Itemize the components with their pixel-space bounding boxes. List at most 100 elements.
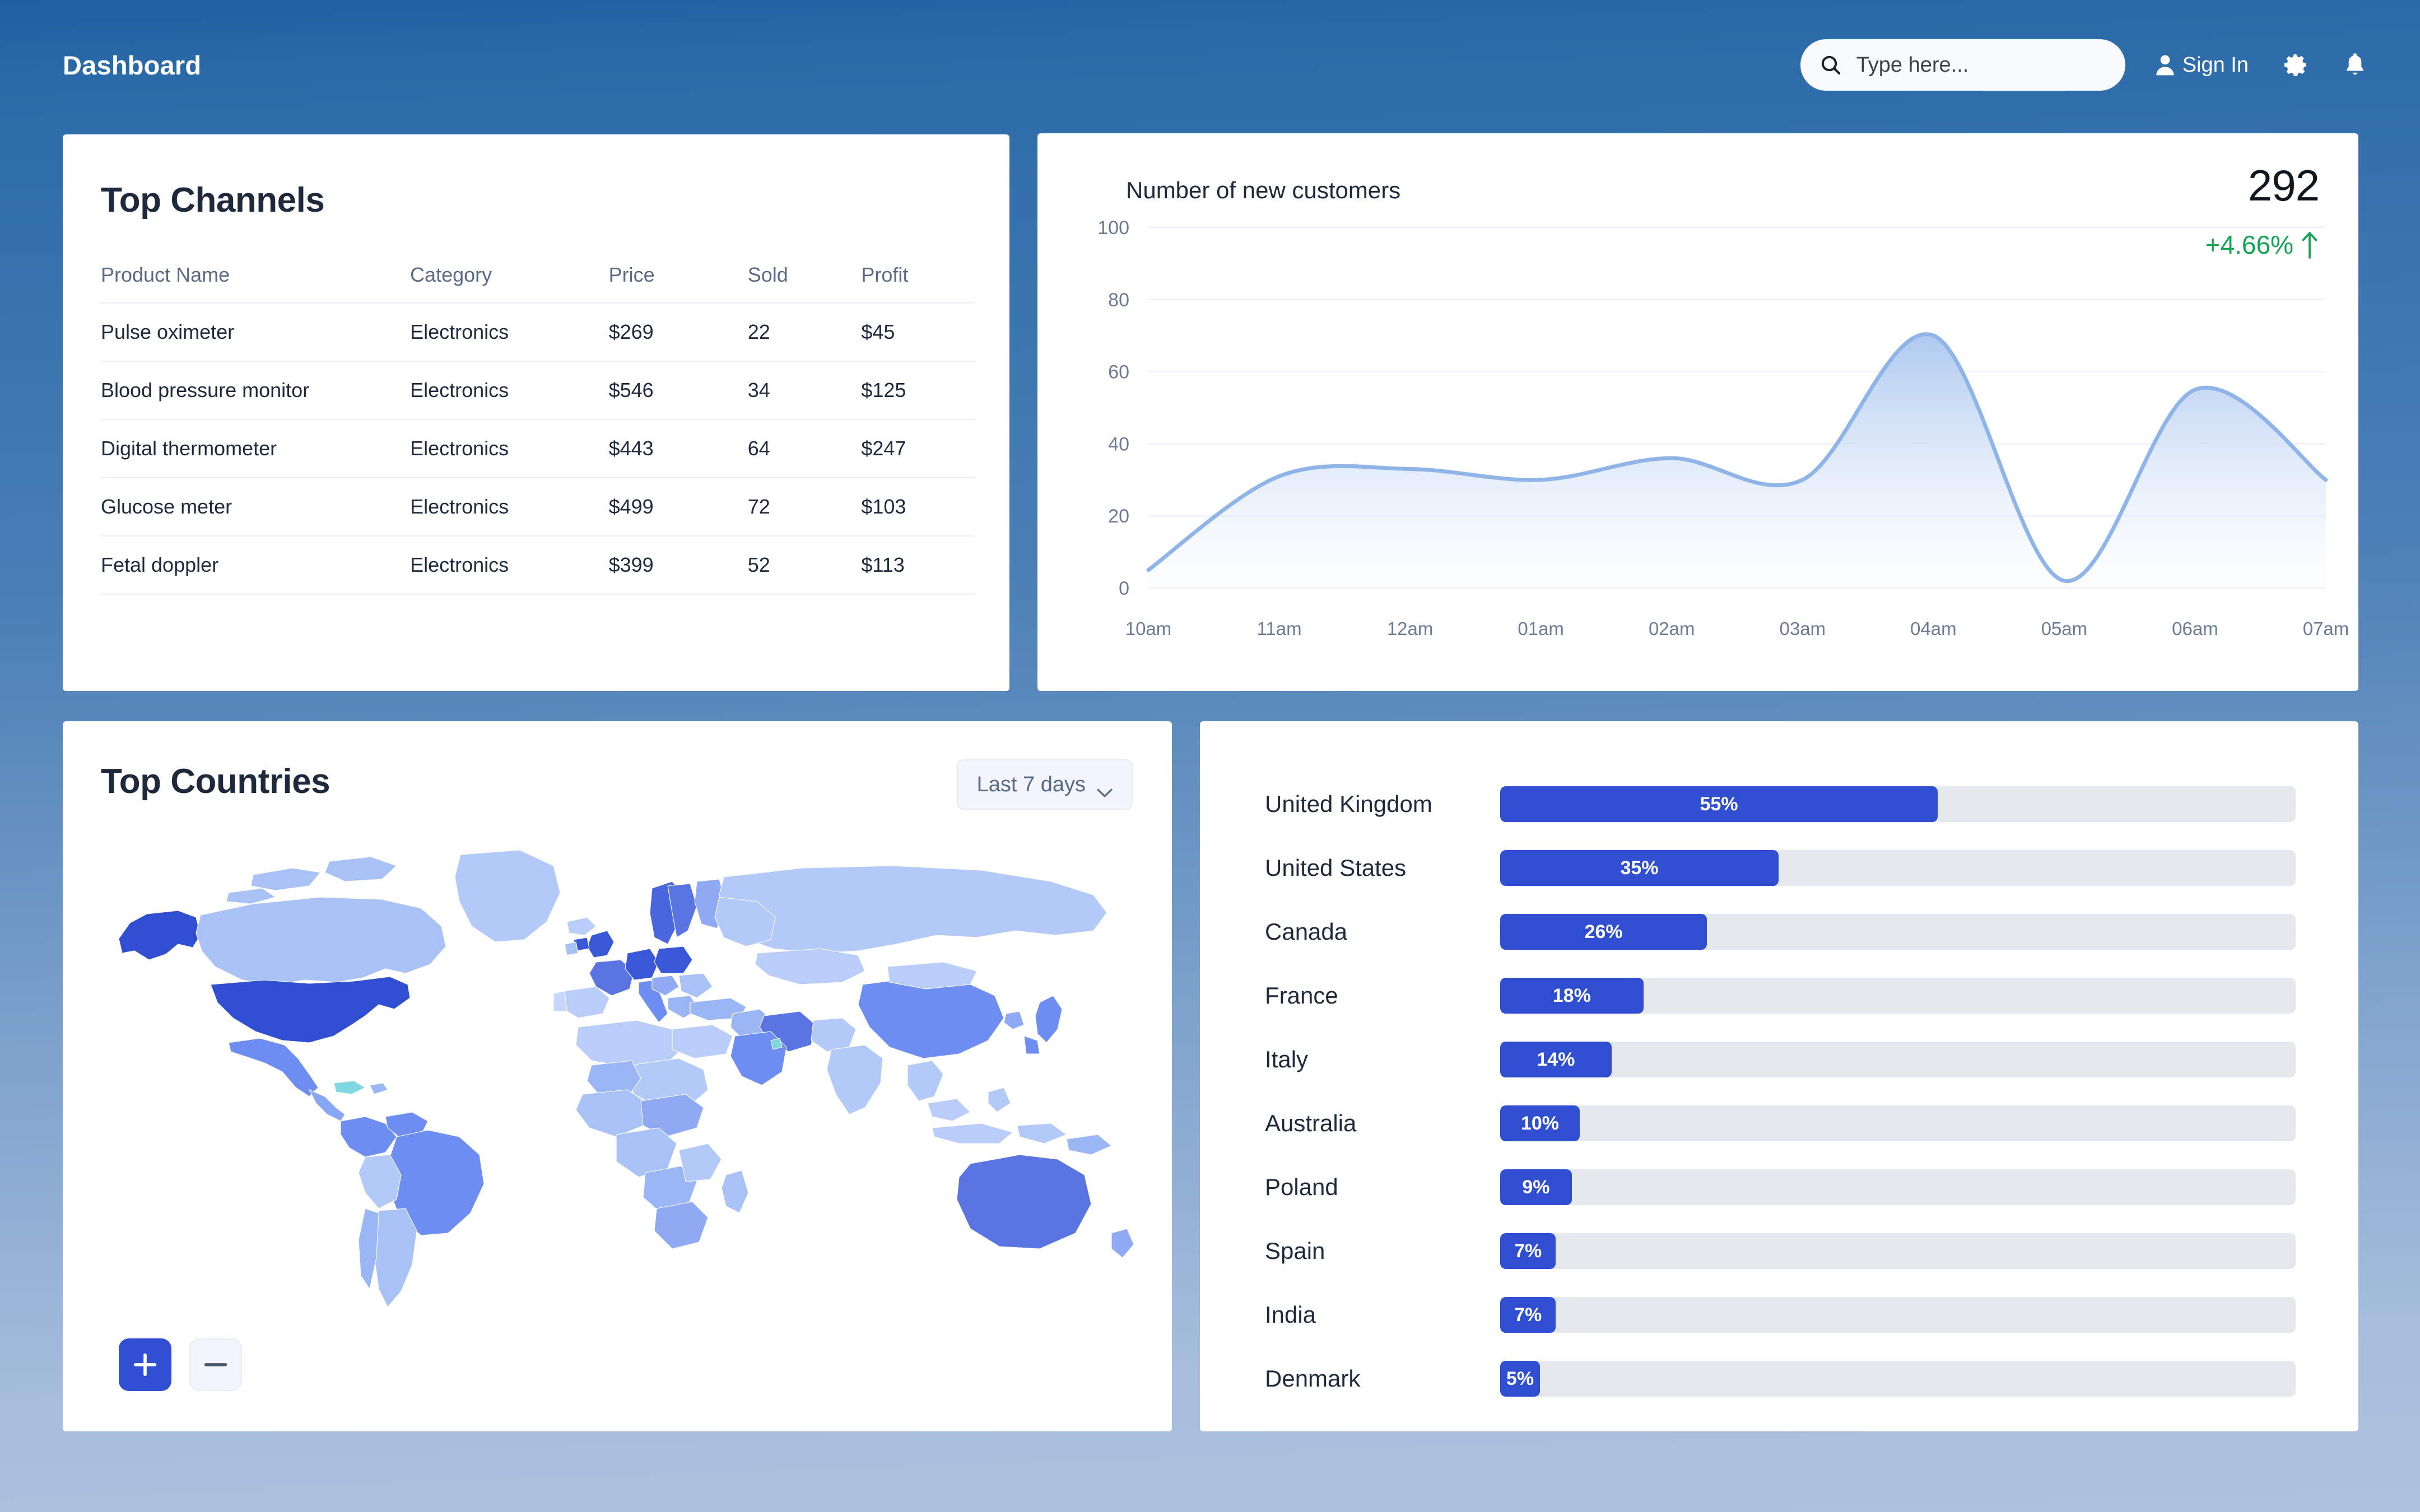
map-zoom-controls xyxy=(119,1338,242,1391)
country-bar-row[interactable]: United Kingdom 55% xyxy=(1265,786,2296,822)
cell-category: Electronics xyxy=(410,419,609,478)
chevron-down-icon xyxy=(1097,780,1113,797)
country-bar-fill: 7% xyxy=(1500,1233,1556,1269)
country-bar-track: 18% xyxy=(1500,978,2296,1014)
country-bar-fill: 55% xyxy=(1500,786,1938,822)
country-bar-row[interactable]: France 18% xyxy=(1265,978,2296,1014)
y-axis-tick-label: 60 xyxy=(1108,362,1129,383)
table-row[interactable]: Pulse oximeter Electronics $269 22 $45 xyxy=(101,303,975,362)
plus-icon xyxy=(131,1350,160,1379)
search-icon xyxy=(1819,54,1842,76)
bell-icon[interactable] xyxy=(2344,52,2366,78)
cell-price: $269 xyxy=(608,303,748,362)
cell-category: Electronics xyxy=(410,536,609,595)
country-bar-row[interactable]: Italy 14% xyxy=(1265,1042,2296,1077)
search-placeholder-text: Type here... xyxy=(1856,53,1969,77)
cell-product-name: Digital thermometer xyxy=(101,419,411,478)
x-axis-tick-label: 12am xyxy=(1387,618,1434,639)
country-name: Canada xyxy=(1265,918,1348,945)
y-axis-tick-label: 80 xyxy=(1108,290,1129,311)
cell-sold: 64 xyxy=(747,419,862,478)
y-axis-tick-label: 20 xyxy=(1108,506,1129,527)
country-bar-value: 7% xyxy=(1514,1240,1542,1262)
country-bar-fill: 9% xyxy=(1500,1169,1572,1205)
country-bar-row[interactable]: Canada 26% xyxy=(1265,914,2296,950)
country-bar-value: 10% xyxy=(1520,1112,1560,1134)
minus-icon xyxy=(201,1350,230,1379)
table-header-row: Product Name Category Price Sold Profit xyxy=(101,246,975,304)
country-bar-track: 7% xyxy=(1500,1297,2296,1333)
country-name: Spain xyxy=(1265,1238,1325,1264)
table-row[interactable]: Blood pressure monitor Electronics $546 … xyxy=(101,361,975,420)
cell-profit: $113 xyxy=(861,536,975,595)
x-axis-tick-label: 05am xyxy=(2041,618,2088,639)
country-bar-row[interactable]: India 7% xyxy=(1265,1297,2296,1333)
country-bar-value: 18% xyxy=(1552,984,1591,1006)
search-input[interactable]: Type here... xyxy=(1800,39,2125,91)
country-name: Italy xyxy=(1265,1046,1309,1072)
country-bar-track: 26% xyxy=(1500,914,2296,950)
date-range-dropdown[interactable]: Last 7 days xyxy=(956,759,1133,810)
x-axis-tick-label: 04am xyxy=(1910,618,1957,639)
cell-category: Electronics xyxy=(410,361,609,420)
column-header-category: Category xyxy=(410,246,609,304)
country-bar-row[interactable]: Poland 9% xyxy=(1265,1169,2296,1205)
chart-svg: 0 20 40 60 80 100 10am 11am 12am 01am 02am 03am 04am… xyxy=(1097,217,2349,639)
country-bar-track: 35% xyxy=(1500,850,2296,886)
y-axis-tick-label: 100 xyxy=(1097,217,1129,239)
cell-category: Electronics xyxy=(410,303,609,362)
table-row[interactable]: Digital thermometer Electronics $443 64 … xyxy=(101,419,975,478)
cell-product-name: Fetal doppler xyxy=(101,536,411,595)
x-axis-tick-label: 06am xyxy=(2172,618,2218,639)
y-axis-tick-label: 40 xyxy=(1108,433,1129,455)
country-bar-value: 35% xyxy=(1620,857,1659,879)
column-header-profit: Profit xyxy=(861,246,975,304)
country-name: France xyxy=(1265,982,1338,1009)
country-bar-value: 5% xyxy=(1506,1368,1534,1389)
country-bar-fill: 14% xyxy=(1500,1042,1612,1077)
table-row[interactable]: Fetal doppler Electronics $399 52 $113 xyxy=(101,536,975,595)
header-actions: Type here... Sign In xyxy=(1800,39,2366,91)
country-bar-fill: 18% xyxy=(1500,978,1644,1014)
sign-in-button[interactable]: Sign In xyxy=(2156,53,2249,77)
country-bar-value: 9% xyxy=(1522,1176,1550,1198)
top-channels-title: Top Channels xyxy=(101,181,325,220)
column-header-product-name: Product Name xyxy=(101,246,411,304)
x-axis-tick-label: 01am xyxy=(1518,618,1564,639)
x-axis-tick-label: 03am xyxy=(1779,618,1826,639)
country-name: United Kingdom xyxy=(1265,791,1432,817)
country-bar-track: 5% xyxy=(1500,1361,2296,1397)
table-row[interactable]: Glucose meter Electronics $499 72 $103 xyxy=(101,478,975,536)
person-icon xyxy=(2156,54,2175,76)
top-countries-title: Top Countries xyxy=(101,762,331,801)
cell-profit: $103 xyxy=(861,478,975,536)
gear-icon[interactable] xyxy=(2283,52,2309,78)
world-map-svg xyxy=(118,850,1134,1308)
country-bar-value: 14% xyxy=(1537,1048,1575,1070)
country-bar-row[interactable]: Denmark 5% xyxy=(1265,1361,2296,1397)
x-axis-tick-label: 02am xyxy=(1649,618,1695,639)
country-bar-row[interactable]: Australia 10% xyxy=(1265,1105,2296,1141)
country-bar-row[interactable]: Spain 7% xyxy=(1265,1233,2296,1269)
country-bar-fill: 10% xyxy=(1500,1105,1580,1141)
cell-price: $443 xyxy=(608,419,748,478)
country-name: Poland xyxy=(1265,1174,1338,1200)
zoom-out-button[interactable] xyxy=(189,1338,242,1391)
cell-profit: $247 xyxy=(861,419,975,478)
country-bar-row[interactable]: United States 35% xyxy=(1265,850,2296,886)
country-bar-track: 55% xyxy=(1500,786,2296,822)
cell-price: $546 xyxy=(608,361,748,420)
country-bar-fill: 5% xyxy=(1500,1361,1540,1397)
country-bars-list: United Kingdom 55% United States 35% Canada 2… xyxy=(1200,721,2358,1431)
zoom-in-button[interactable] xyxy=(119,1338,171,1391)
top-channels-card: Top Channels Product Name Category Price… xyxy=(63,134,1009,691)
cell-sold: 34 xyxy=(747,361,862,420)
top-countries-map-card: Top Countries Last 7 days xyxy=(63,721,1172,1431)
sign-in-label: Sign In xyxy=(2182,53,2249,77)
country-name: Denmark xyxy=(1265,1365,1361,1392)
customers-area-chart: 0 20 40 60 80 100 10am 11am 12am 01am 02am 03am 04am… xyxy=(1037,133,2358,691)
cell-sold: 72 xyxy=(747,478,862,536)
country-bar-track: 7% xyxy=(1500,1233,2296,1269)
country-bar-fill: 7% xyxy=(1500,1297,1556,1333)
world-choropleth-map[interactable] xyxy=(85,828,1150,1343)
